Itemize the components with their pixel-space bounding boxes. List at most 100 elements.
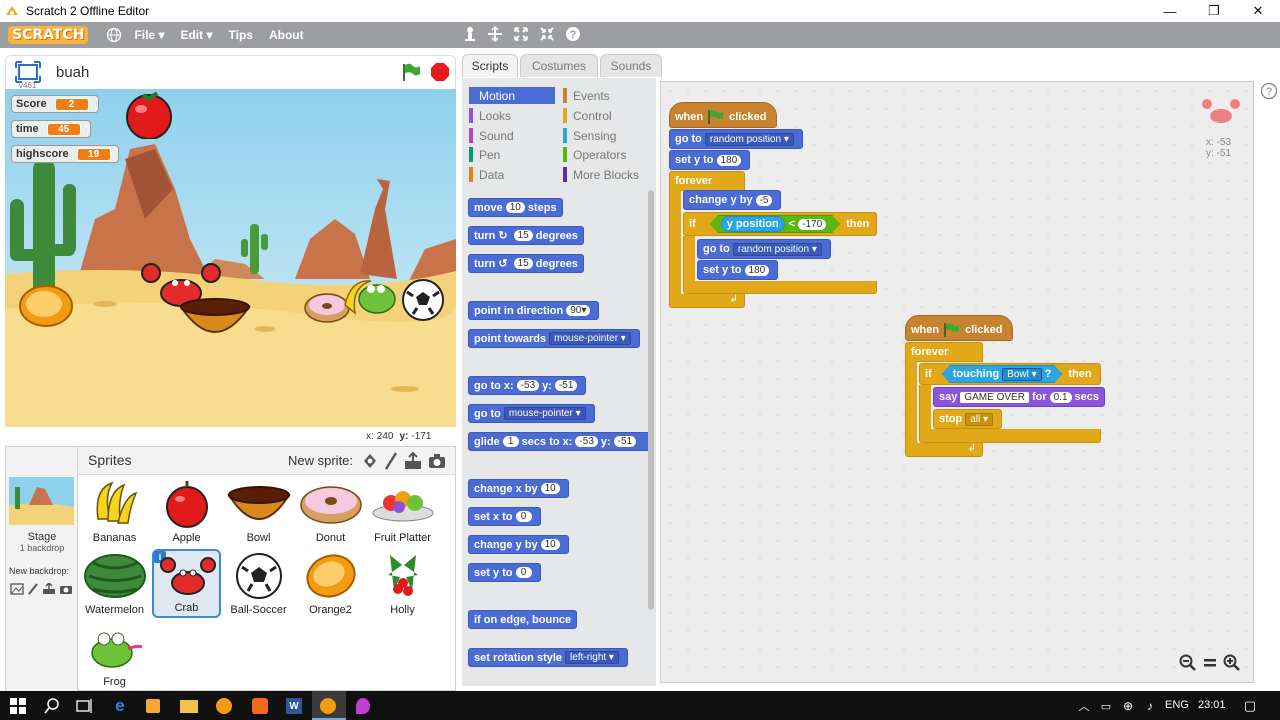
block-change-y[interactable]: change y by 10	[468, 535, 569, 554]
about-menu[interactable]: About	[269, 28, 304, 42]
clock[interactable]: 23:01	[1198, 699, 1226, 711]
camera-backdrop-icon[interactable]	[59, 583, 73, 595]
tray-expand-icon[interactable]: ︿	[1074, 696, 1094, 716]
y-position-reporter[interactable]: y position	[721, 216, 785, 232]
help-tool-icon[interactable]: ?	[565, 26, 581, 42]
tab-scripts[interactable]: Scripts	[462, 54, 518, 77]
zoom-out-icon[interactable]	[1179, 654, 1197, 672]
block-move-steps[interactable]: move 10 steps	[468, 198, 563, 217]
block-set-y[interactable]: set y to 0	[468, 563, 541, 582]
less-than-operator[interactable]: y position < -170	[710, 215, 840, 233]
tips-menu[interactable]: Tips	[229, 28, 253, 42]
category-data[interactable]: Data	[469, 166, 504, 183]
sprite-tile-fruit-platter[interactable]: Fruit Platter	[368, 477, 437, 546]
category-looks[interactable]: Looks	[469, 107, 511, 124]
block-goto[interactable]: go to mouse-pointer ▾	[468, 404, 595, 423]
search-icon[interactable]	[44, 698, 60, 714]
shrink-tool-icon[interactable]	[539, 26, 555, 42]
paint-backdrop-icon[interactable]	[27, 583, 39, 595]
input-language[interactable]: ENG	[1165, 699, 1189, 711]
scratch-logo[interactable]: SCRATCH	[8, 26, 89, 44]
duplicate-tool-icon[interactable]	[463, 26, 477, 42]
zoom-in-icon[interactable]	[1223, 654, 1241, 672]
script-change-y[interactable]: change y by -5	[683, 190, 782, 210]
block-point-direction[interactable]: point in direction 90▾	[468, 301, 600, 320]
time-monitor[interactable]: time 45	[11, 120, 91, 138]
block-set-x[interactable]: set x to 0	[468, 507, 541, 526]
upload-sprite-icon[interactable]	[404, 452, 422, 470]
when-flag-clicked-hat[interactable]: when clicked	[669, 102, 777, 128]
windows-start-icon[interactable]	[10, 698, 26, 714]
script-goto-random-2[interactable]: go to random position ▾	[697, 239, 831, 259]
language-globe-icon[interactable]	[106, 27, 122, 43]
block-turn-left[interactable]: turn ↺ 15 degrees	[468, 254, 584, 273]
scratch-taskbar-icon-1[interactable]	[216, 698, 232, 714]
sprite-tile-donut[interactable]: Donut	[296, 477, 365, 546]
touching-sensor[interactable]: touching Bowl ▾?	[942, 365, 1063, 383]
edge-browser-icon[interactable]: e	[110, 696, 130, 716]
tab-costumes[interactable]: Costumes	[520, 54, 598, 77]
category-pen[interactable]: Pen	[469, 146, 500, 163]
script-set-y-2[interactable]: set y to 180	[697, 260, 779, 280]
script-if[interactable]: if y position < -170 then	[683, 212, 877, 236]
apple-sprite[interactable]	[123, 91, 177, 139]
category-sound[interactable]: Sound	[469, 127, 514, 144]
category-operators[interactable]: Operators	[563, 146, 626, 163]
script2-if[interactable]: if touching Bowl ▾? then	[919, 363, 1101, 385]
volume-icon[interactable]: ♪	[1140, 696, 1160, 716]
sprite-library-icon[interactable]	[362, 453, 378, 469]
minimize-button[interactable]: —	[1148, 0, 1192, 22]
bowl-sprite-stage[interactable]	[179, 297, 251, 343]
palette-scrollbar[interactable]	[648, 190, 654, 610]
edit-menu[interactable]: Edit ▾	[180, 28, 212, 42]
block-change-x[interactable]: change x by 10	[468, 479, 569, 498]
sprite-tile-holly[interactable]: Holly	[368, 549, 437, 618]
block-goto-xy[interactable]: go to x: -53 y: -51	[468, 376, 587, 395]
script2-stop[interactable]: stop all ▾	[933, 409, 1003, 429]
script-set-y[interactable]: set y to 180	[669, 150, 751, 170]
green-flag-icon[interactable]	[401, 62, 421, 82]
backdrop-library-icon[interactable]	[10, 583, 24, 595]
category-more-blocks[interactable]: More Blocks	[563, 166, 639, 183]
close-button[interactable]: ✕	[1236, 0, 1280, 22]
block-bounce[interactable]: if on edge, bounce	[468, 610, 578, 629]
sprite-tile-orange2[interactable]: Orange2	[296, 549, 365, 618]
maximize-button[interactable]: ❐	[1192, 0, 1236, 22]
frog-banana-sprite-stage[interactable]	[341, 275, 401, 323]
script-forever[interactable]: forever	[669, 171, 745, 191]
sprite-tile-crab-selected[interactable]: i Crab	[152, 549, 221, 618]
word-icon[interactable]: W	[286, 698, 302, 714]
category-motion[interactable]: Motion	[469, 87, 555, 104]
camera-sprite-icon[interactable]	[428, 453, 446, 469]
unknown-app-icon[interactable]	[252, 698, 268, 714]
highscore-monitor[interactable]: highscore 19	[11, 145, 119, 163]
battery-icon[interactable]: ▭	[1096, 696, 1116, 716]
stage-thumbnail[interactable]	[9, 477, 74, 525]
scripts-area[interactable]: when clicked go to random position ▾ set y…	[660, 81, 1254, 683]
script2-forever[interactable]: forever	[905, 342, 983, 362]
file-explorer-icon[interactable]	[180, 700, 198, 713]
notifications-icon[interactable]: ▢	[1240, 696, 1260, 716]
project-title[interactable]: buah	[56, 64, 89, 81]
presentation-mode-icon[interactable]	[15, 61, 41, 83]
tab-sounds[interactable]: Sounds	[600, 54, 662, 77]
delete-tool-icon[interactable]	[487, 26, 503, 42]
category-control[interactable]: Control	[563, 107, 612, 124]
task-view-icon[interactable]	[76, 698, 94, 714]
sprite-tile-ball-soccer[interactable]: Ball-Soccer	[224, 549, 293, 618]
maps-app-icon[interactable]	[356, 698, 370, 714]
script-goto-random[interactable]: go to random position ▾	[669, 129, 803, 149]
sprite-tile-bowl[interactable]: Bowl	[224, 477, 293, 546]
grow-tool-icon[interactable]	[513, 26, 529, 42]
stop-sign-icon[interactable]	[430, 62, 450, 82]
sprite-tile-bananas[interactable]: Bananas	[80, 477, 149, 546]
file-menu[interactable]: File ▾	[134, 28, 164, 42]
help-panel-icon[interactable]: ?	[1260, 82, 1278, 100]
soccer-ball-sprite-stage[interactable]	[401, 278, 445, 322]
block-point-towards[interactable]: point towards mouse-pointer ▾	[468, 329, 640, 348]
sublime-icon[interactable]	[146, 699, 160, 713]
zoom-reset-icon[interactable]	[1202, 654, 1218, 672]
sprite-tile-watermelon[interactable]: Watermelon	[80, 549, 149, 618]
when-flag-clicked-hat-2[interactable]: when clicked	[905, 315, 1013, 341]
category-sensing[interactable]: Sensing	[563, 127, 616, 144]
